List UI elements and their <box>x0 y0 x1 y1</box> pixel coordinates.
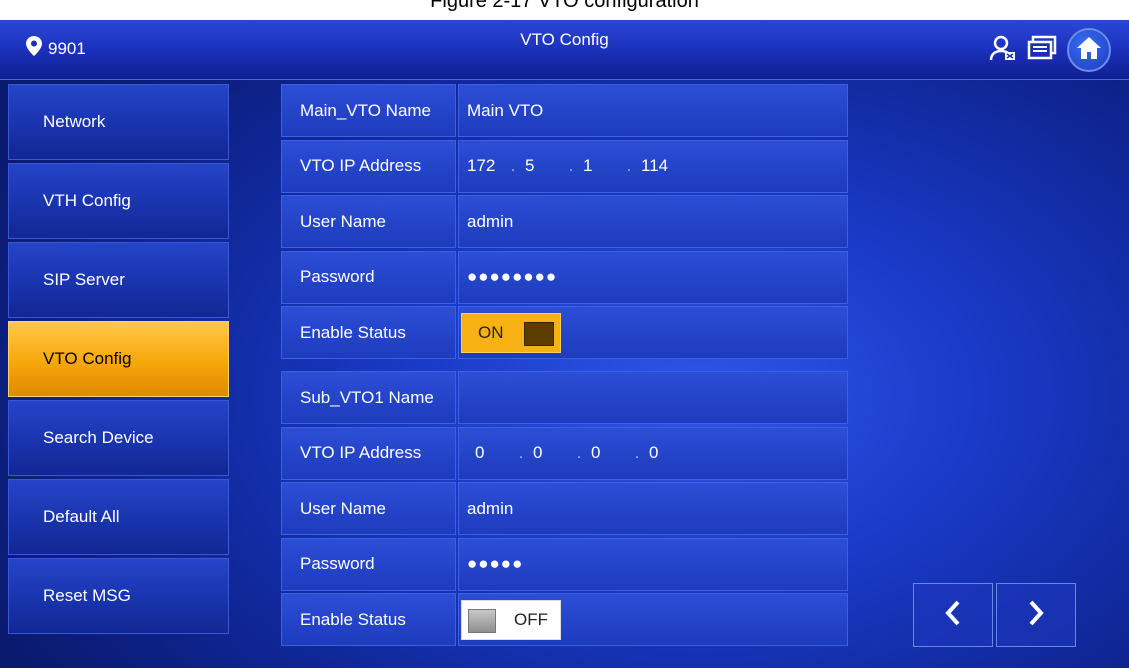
sub-vto1-name-field[interactable] <box>458 371 848 424</box>
device-screen: 9901 VTO Config Network VTH Config SIP S… <box>0 20 1129 668</box>
field-label: Enable Status <box>281 593 456 646</box>
field-label: VTO IP Address <box>281 139 456 193</box>
home-button[interactable] <box>1067 28 1111 72</box>
sub-vto1-user-row: User Name admin <box>281 482 873 535</box>
main-vto-user-field[interactable]: admin <box>458 195 848 248</box>
main-vto-status-cell: ON <box>458 306 848 359</box>
main-vto-ip-field[interactable]: 172. 5. 1. 114 <box>458 139 848 193</box>
next-page-button[interactable] <box>996 583 1076 647</box>
ip-octet[interactable]: 0 <box>591 443 625 463</box>
sub-vto1-user-field[interactable]: admin <box>458 482 848 535</box>
sidebar-item-vto-config[interactable]: VTO Config <box>8 321 229 397</box>
field-label: Sub_VTO1 Name <box>281 371 456 424</box>
sub-vto1-password-row: Password ●●●●● <box>281 537 873 591</box>
field-label: Password <box>281 250 456 304</box>
main-vto-enable-toggle[interactable]: ON <box>461 312 561 353</box>
ip-octet[interactable]: 172 <box>467 156 501 176</box>
main-vto-password-row: Password ●●●●●●●● <box>281 250 873 304</box>
sub-vto1-ip-row: VTO IP Address 0. 0. 0. 0 <box>281 426 873 480</box>
sidebar-item-network[interactable]: Network <box>8 84 229 160</box>
sidebar-item-vth-config[interactable]: VTH Config <box>8 163 229 239</box>
sidebar-item-reset-msg[interactable]: Reset MSG <box>8 558 229 634</box>
top-bar: 9901 VTO Config <box>0 20 1129 80</box>
sub-vto1-password-field[interactable]: ●●●●● <box>458 537 848 591</box>
toggle-knob <box>524 321 554 346</box>
sub-vto1-status-row: Enable Status OFF <box>281 593 873 646</box>
field-label: Main_VTO Name <box>281 84 456 137</box>
sidebar-item-default-all[interactable]: Default All <box>8 479 229 555</box>
sidebar-item-search-device[interactable]: Search Device <box>8 400 229 476</box>
field-label: VTO IP Address <box>281 426 456 480</box>
chevron-right-icon <box>1026 599 1046 632</box>
toggle-knob <box>468 608 496 633</box>
main-vto-name-field[interactable]: Main VTO <box>458 84 848 137</box>
home-icon <box>1076 36 1102 65</box>
sub-vto1-enable-toggle[interactable]: OFF <box>461 599 561 640</box>
sidebar-item-sip-server[interactable]: SIP Server <box>8 242 229 318</box>
field-label: User Name <box>281 195 456 248</box>
sidebar: Network VTH Config SIP Server VTO Config… <box>8 84 229 637</box>
main-vto-ip-row: VTO IP Address 172. 5. 1. 114 <box>281 139 873 193</box>
monitor-user-icon[interactable] <box>989 34 1017 67</box>
ip-octet[interactable]: 0 <box>475 443 509 463</box>
ip-octet[interactable]: 0 <box>649 443 683 463</box>
ip-octet[interactable]: 114 <box>641 156 675 176</box>
previous-page-button[interactable] <box>913 583 993 647</box>
chevron-left-icon <box>943 599 963 632</box>
sub-vto1-ip-field[interactable]: 0. 0. 0. 0 <box>458 426 848 480</box>
page-title: VTO Config <box>520 30 609 49</box>
ip-octet[interactable]: 5 <box>525 156 559 176</box>
main-vto-status-row: Enable Status ON <box>281 306 873 359</box>
sub-vto1-status-cell: OFF <box>458 593 848 646</box>
main-vto-password-field[interactable]: ●●●●●●●● <box>458 250 848 304</box>
main-vto-name-row: Main_VTO Name Main VTO <box>281 84 873 137</box>
vto-config-form: Main_VTO Name Main VTO VTO IP Address 17… <box>281 84 873 649</box>
sub-vto1-name-row: Sub_VTO1 Name <box>281 371 873 424</box>
field-label: Enable Status <box>281 306 456 359</box>
ip-octet[interactable]: 1 <box>583 156 617 176</box>
field-label: User Name <box>281 482 456 535</box>
field-label: Password <box>281 537 456 591</box>
ip-octet[interactable]: 0 <box>533 443 567 463</box>
top-icons <box>989 28 1111 72</box>
main-vto-user-row: User Name admin <box>281 195 873 248</box>
message-list-icon[interactable] <box>1027 35 1057 66</box>
